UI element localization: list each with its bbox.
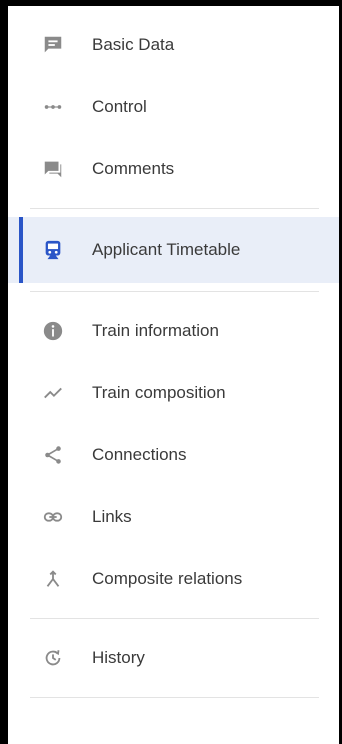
sidebar-item-label: Links	[92, 507, 132, 526]
sidebar-item-label: Basic Data	[92, 35, 175, 54]
merge-icon	[42, 568, 64, 590]
sidebar-item-label: Train information	[92, 321, 219, 340]
trend-icon	[42, 382, 64, 404]
share-icon	[42, 444, 64, 466]
sidebar-item-train-composition[interactable]: Train composition	[8, 362, 339, 424]
sidebar-nav: Basic Data Control Comments Applicant Ti…	[8, 6, 339, 706]
comments-icon	[42, 158, 64, 180]
train-icon	[42, 239, 64, 261]
sidebar-item-history[interactable]: History	[8, 627, 339, 689]
divider	[30, 291, 319, 292]
sidebar-item-label: History	[92, 648, 145, 667]
sidebar-item-connections[interactable]: Connections	[8, 424, 339, 486]
divider	[30, 697, 319, 698]
sidebar-item-label: Control	[92, 97, 147, 116]
comment-square-icon	[42, 34, 64, 56]
sidebar-item-applicant-timetable[interactable]: Applicant Timetable	[8, 217, 339, 283]
sidebar-item-label: Applicant Timetable	[92, 240, 241, 259]
sidebar-item-composite-relations[interactable]: Composite relations	[8, 548, 339, 610]
sidebar-item-label: Composite relations	[92, 569, 243, 588]
sidebar-item-control[interactable]: Control	[8, 76, 339, 138]
history-icon	[42, 647, 64, 669]
sidebar-item-links[interactable]: Links	[8, 486, 339, 548]
divider	[30, 618, 319, 619]
sidebar-item-train-information[interactable]: Train information	[8, 300, 339, 362]
sidebar-item-label: Train composition	[92, 383, 226, 402]
dots-icon	[42, 96, 64, 118]
sidebar-item-label: Connections	[92, 445, 187, 464]
divider	[30, 208, 319, 209]
sidebar-item-basic-data[interactable]: Basic Data	[8, 14, 339, 76]
sidebar-item-comments[interactable]: Comments	[8, 138, 339, 200]
link-icon	[42, 506, 64, 528]
sidebar-item-label: Comments	[92, 159, 175, 178]
info-icon	[42, 320, 64, 342]
